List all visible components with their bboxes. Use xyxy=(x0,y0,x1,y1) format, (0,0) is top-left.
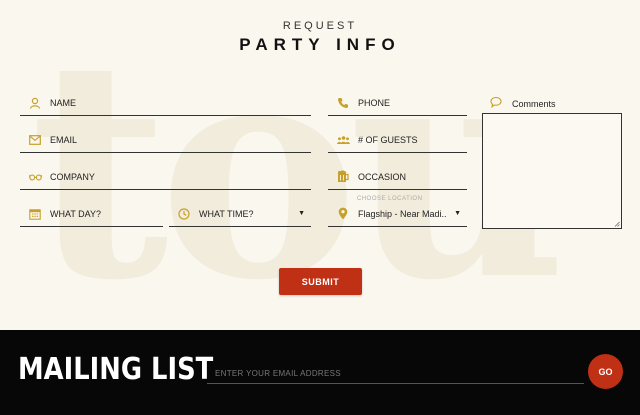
glasses-icon xyxy=(28,170,42,184)
chevron-down-icon: ▼ xyxy=(454,210,461,217)
guests-field[interactable]: # OF GUESTS xyxy=(328,127,467,153)
comments-label: Comments xyxy=(512,99,556,109)
form-kicker: REQUEST xyxy=(282,20,358,32)
company-field[interactable]: COMPANY xyxy=(20,164,311,190)
comments-label-group: Comments xyxy=(490,95,556,113)
map-pin-icon xyxy=(336,207,350,221)
go-button[interactable]: GO xyxy=(588,354,623,389)
chevron-down-icon: ▼ xyxy=(298,210,305,217)
submit-button[interactable]: SUBMIT xyxy=(279,268,362,295)
mailing-list-title: MAILING LIST xyxy=(18,352,214,387)
speech-bubble-icon xyxy=(490,95,502,113)
resize-handle-icon[interactable] xyxy=(614,221,620,227)
time-label: WHAT TIME? xyxy=(199,208,254,219)
name-label: NAME xyxy=(50,97,77,108)
name-field[interactable]: NAME xyxy=(20,90,311,116)
day-label: WHAT DAY? xyxy=(50,208,102,219)
phone-field[interactable]: PHONE xyxy=(328,90,467,116)
email-subscribe-input[interactable]: ENTER YOUR EMAIL ADDRESS xyxy=(207,364,584,384)
day-field[interactable]: WHAT DAY? xyxy=(20,201,163,227)
occasion-field[interactable]: OCCASION xyxy=(328,164,467,190)
company-label: COMPANY xyxy=(50,171,95,182)
group-icon xyxy=(336,133,350,147)
location-select[interactable]: Flagship - Near Madi.. ▼ xyxy=(328,201,467,227)
phone-icon xyxy=(336,96,350,110)
phone-label: PHONE xyxy=(358,97,391,108)
envelope-icon xyxy=(28,133,42,147)
clock-icon xyxy=(177,207,191,221)
location-value: Flagship - Near Madi.. xyxy=(358,208,447,219)
person-icon xyxy=(28,96,42,110)
beer-mug-icon xyxy=(336,170,350,184)
guests-label: # OF GUESTS xyxy=(358,134,418,145)
time-select[interactable]: WHAT TIME? ▼ xyxy=(169,201,311,227)
email-label: EMAIL xyxy=(50,134,78,145)
calendar-icon xyxy=(28,207,42,221)
email-field[interactable]: EMAIL xyxy=(20,127,311,153)
form-title: PARTY INFO xyxy=(239,35,401,54)
mailing-list-footer: MAILING LIST ENTER YOUR EMAIL ADDRESS GO xyxy=(0,330,640,415)
occasion-label: OCCASION xyxy=(358,171,407,182)
comments-textarea[interactable] xyxy=(482,113,622,229)
